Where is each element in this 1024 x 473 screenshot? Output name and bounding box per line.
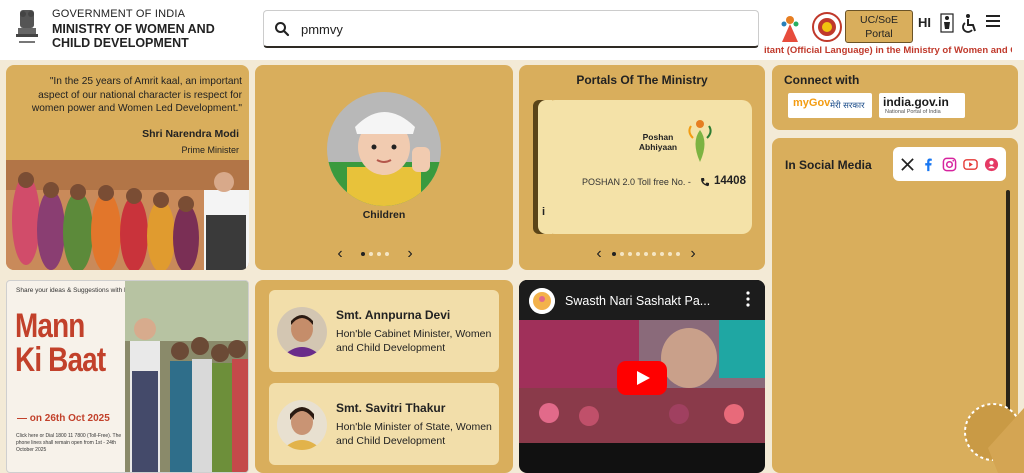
poshan-slide[interactable]: Poshan Abhiyaan POSHAN 2.0 Toll free No.…: [545, 100, 752, 234]
minister-name: Smt. Savitri Thakur: [336, 401, 446, 415]
phone-icon: [701, 178, 709, 187]
minister-role: Hon'ble Cabinet Minister, Women and Chil…: [336, 328, 492, 354]
mygov-link[interactable]: myGov मेरी सरकार: [788, 93, 872, 118]
facebook-icon[interactable]: [921, 157, 936, 172]
carousel-dot[interactable]: [676, 252, 680, 256]
mkb-title: Mann Ki Baat: [15, 307, 106, 379]
minister-photo: [277, 307, 327, 357]
chevron-left-icon[interactable]: ‹: [333, 245, 347, 263]
chevron-right-icon[interactable]: ›: [403, 245, 417, 263]
mkb-date: — on 26th Oct 2025: [17, 413, 110, 424]
search-icon[interactable]: [274, 21, 290, 37]
carousel-dot[interactable]: [612, 252, 616, 256]
beti-bachao-logo-icon[interactable]: [776, 12, 804, 44]
connect-title: Connect with: [784, 73, 860, 87]
carousel-dot[interactable]: [668, 252, 672, 256]
carousel-dots: [612, 252, 680, 256]
koo-icon[interactable]: [984, 157, 999, 172]
hindi-language-toggle[interactable]: HI: [918, 15, 931, 30]
india-gov-brand: india.gov.in: [883, 95, 949, 109]
social-icons-bar: [893, 147, 1006, 181]
mkb-title-line1: Mann: [15, 307, 85, 345]
youtube-icon[interactable]: [963, 157, 978, 172]
government-label: GOVERNMENT OF INDIA: [52, 8, 186, 20]
portals-title: Portals Of The Ministry: [576, 73, 708, 87]
pm-quote-card: "In the 25 years of Amrit kaal, an impor…: [6, 65, 249, 270]
pm-with-women-photo: [6, 160, 249, 270]
instagram-icon[interactable]: [942, 157, 957, 172]
minister-name: Smt. Annpurna Devi: [336, 308, 451, 322]
minister-card-savitri[interactable]: Smt. Savitri Thakur Hon'ble Minister of …: [269, 383, 499, 465]
poshan-leaf-icon: [688, 120, 712, 162]
minister-role: Hon'ble Minister of State, Women and Chi…: [336, 421, 492, 447]
poshan-logo-text: Poshan Abhiyaan: [638, 132, 678, 152]
search-bar[interactable]: pmmvy: [263, 10, 759, 48]
minister-card-annpurna[interactable]: Smt. Annpurna Devi Hon'ble Cabinet Minis…: [269, 290, 499, 372]
mkb-title-line2: Ki Baat: [15, 341, 106, 379]
india-gov-link[interactable]: india.gov.in National Portal of India: [879, 93, 965, 118]
video-header: Swasth Nari Sashakt Pa...: [519, 280, 765, 320]
portals-carousel-card[interactable]: Portals Of The Ministry ity Poshan Abhiy…: [519, 65, 765, 270]
accessibility-icon[interactable]: [961, 13, 977, 33]
india-gov-subtitle: National Portal of India: [885, 109, 941, 115]
more-options-icon[interactable]: [745, 290, 751, 308]
carousel-dot[interactable]: [644, 252, 648, 256]
child-photo: [327, 92, 441, 206]
carousel-dot[interactable]: [369, 252, 373, 256]
carousel-dot[interactable]: [361, 252, 365, 256]
social-media-title: In Social Media: [785, 158, 872, 172]
chevron-right-icon[interactable]: ›: [686, 245, 700, 263]
ministry-title[interactable]: MINISTRY OF WOMEN AND CHILD DEVELOPMENT: [52, 22, 242, 50]
portals-carousel-controls: ‹ ›: [592, 245, 700, 263]
children-carousel-controls: ‹ ›: [333, 245, 417, 263]
carousel-dot[interactable]: [377, 252, 381, 256]
sign-language-icon[interactable]: [940, 13, 954, 33]
hamburger-menu-icon[interactable]: [986, 15, 1000, 27]
uc-soe-portal-button[interactable]: UC/SoE Portal: [845, 10, 913, 43]
pm-greeting-crowd-photo: [125, 281, 248, 472]
channel-avatar-icon[interactable]: [529, 288, 555, 314]
site-header: GOVERNMENT OF INDIA MINISTRY OF WOMEN AN…: [0, 0, 1024, 60]
carousel-dot[interactable]: [636, 252, 640, 256]
poshan-abhiyaan-logo: Poshan Abhiyaan: [635, 118, 725, 166]
mygov-brand: myGov: [793, 97, 831, 109]
toll-free-label: POSHAN 2.0 Toll free No. -: [582, 177, 691, 187]
toll-free-number[interactable]: 14408: [714, 175, 746, 187]
carousel-dot[interactable]: [385, 252, 389, 256]
pm-role: Prime Minister: [181, 145, 239, 155]
pm-quote-text: "In the 25 years of Amrit kaal, an impor…: [31, 76, 242, 114]
connect-with-card: Connect with myGov मेरी सरकार india.gov.…: [772, 65, 1018, 130]
carousel-dot[interactable]: [628, 252, 632, 256]
news-ticker[interactable]: itant (Official Language) in the Ministr…: [764, 45, 1012, 59]
chevron-left-icon[interactable]: ‹: [592, 245, 606, 263]
video-title[interactable]: Swasth Nari Sashakt Pa...: [565, 294, 735, 308]
carousel-dots: [361, 252, 389, 256]
youtube-play-icon[interactable]: [617, 361, 667, 395]
children-label: Children: [362, 209, 406, 221]
scroll-top-decoration-icon[interactable]: [958, 398, 1024, 473]
youtube-video-embed[interactable]: Swasth Nari Sashakt Pa...: [519, 280, 765, 473]
carousel-dot[interactable]: [620, 252, 624, 256]
mygov-tagline: मेरी सरकार: [830, 100, 865, 110]
x-icon[interactable]: [900, 157, 915, 172]
pm-name: Shri Narendra Modi: [142, 128, 239, 140]
ministers-card: Smt. Annpurna Devi Hon'ble Cabinet Minis…: [255, 280, 513, 473]
mann-ki-baat-banner[interactable]: Share your ideas & Suggestions with PM f…: [6, 280, 249, 473]
anniversary-logo-icon[interactable]: [812, 12, 842, 42]
children-carousel-card[interactable]: Children ‹ ›: [255, 65, 513, 270]
minister-photo: [277, 400, 327, 450]
carousel-dot[interactable]: [652, 252, 656, 256]
carousel-dot[interactable]: [660, 252, 664, 256]
search-input[interactable]: pmmvy: [301, 22, 343, 37]
mkb-instructions: Click here or Dial 1800 11 7800 (Toll-Fr…: [16, 433, 122, 453]
national-emblem-icon[interactable]: [12, 6, 42, 50]
